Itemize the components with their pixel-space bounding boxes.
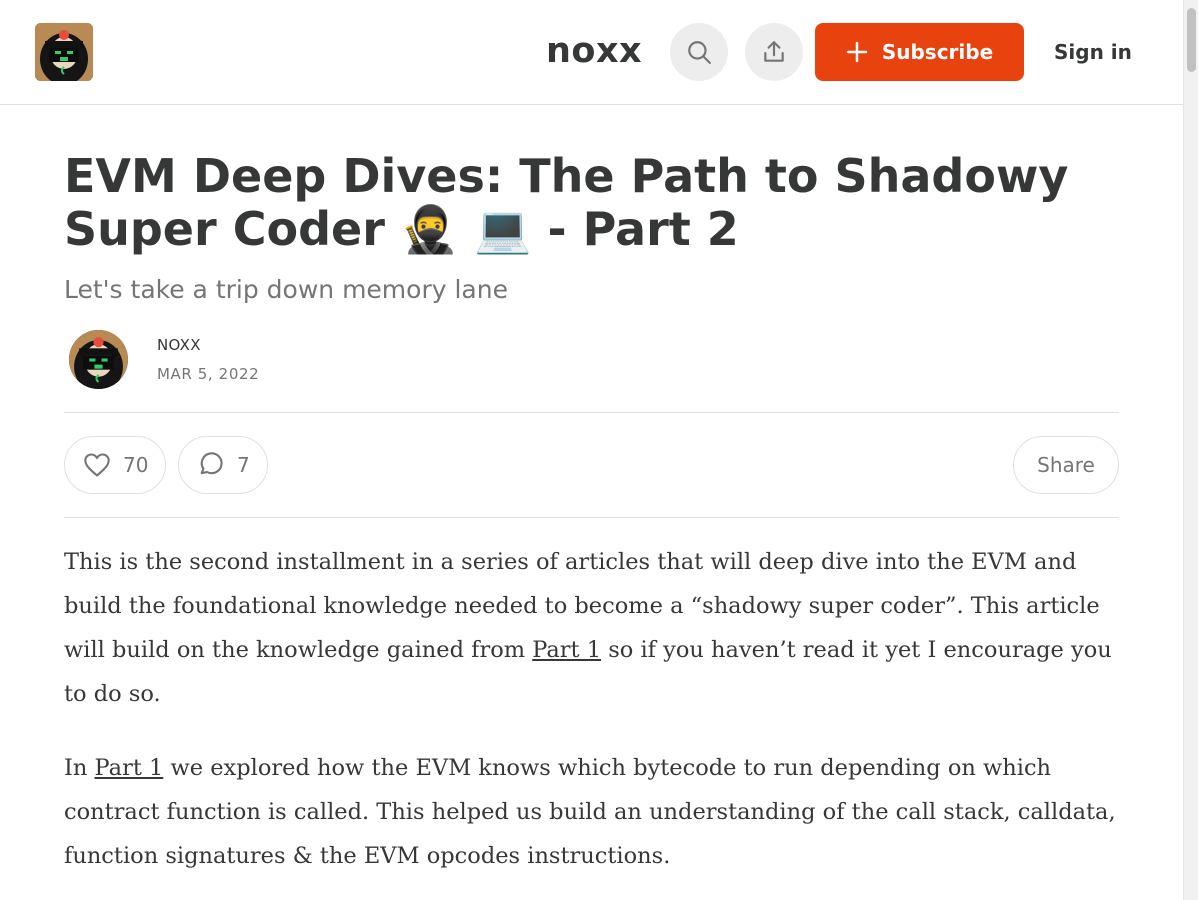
divider — [64, 412, 1119, 413]
comment-button[interactable]: 7 — [178, 436, 268, 494]
share-icon — [764, 41, 784, 62]
scrollbar-thumb[interactable] — [1187, 8, 1196, 72]
search-button[interactable] — [670, 23, 728, 81]
comment-icon — [200, 452, 223, 475]
share-post-button[interactable]: Share — [1013, 436, 1119, 494]
search-icon — [688, 41, 711, 64]
subscribe-button[interactable]: Subscribe — [815, 23, 1024, 81]
publication-name[interactable]: noxx — [546, 28, 642, 74]
author-name[interactable]: NOXX — [157, 336, 201, 354]
comment-count: 7 — [237, 453, 250, 477]
share-button[interactable] — [745, 23, 803, 81]
top-header: noxx Subscribe Sign in — [0, 0, 1183, 105]
sign-in-link[interactable]: Sign in — [1054, 38, 1132, 66]
article-paragraph: This is the second installment in a seri… — [64, 540, 1124, 716]
paragraph-text: In — [64, 755, 95, 781]
divider — [64, 517, 1119, 518]
part-1-link[interactable]: Part 1 — [95, 755, 164, 781]
plus-icon — [846, 41, 868, 63]
share-label: Share — [1037, 453, 1095, 477]
paragraph-text: we explored how the EVM knows which byte… — [64, 755, 1116, 869]
ninja-avatar-icon — [69, 330, 128, 389]
publication-logo[interactable] — [35, 23, 93, 81]
publish-date: MAR 5, 2022 — [157, 365, 260, 383]
ninja-avatar-icon — [35, 23, 93, 81]
author-avatar[interactable] — [69, 330, 128, 389]
like-count: 70 — [123, 453, 149, 477]
part-1-link[interactable]: Part 1 — [532, 637, 601, 663]
article-paragraph: In Part 1 we explored how the EVM knows … — [64, 746, 1124, 878]
subscribe-label: Subscribe — [881, 40, 994, 64]
article-title: EVM Deep Dives: The Path to Shadowy Supe… — [64, 149, 1069, 256]
scrollbar[interactable] — [1183, 0, 1198, 900]
heart-icon — [84, 453, 110, 477]
like-button[interactable]: 70 — [64, 436, 166, 494]
article-subtitle: Let's take a trip down memory lane — [64, 275, 508, 304]
